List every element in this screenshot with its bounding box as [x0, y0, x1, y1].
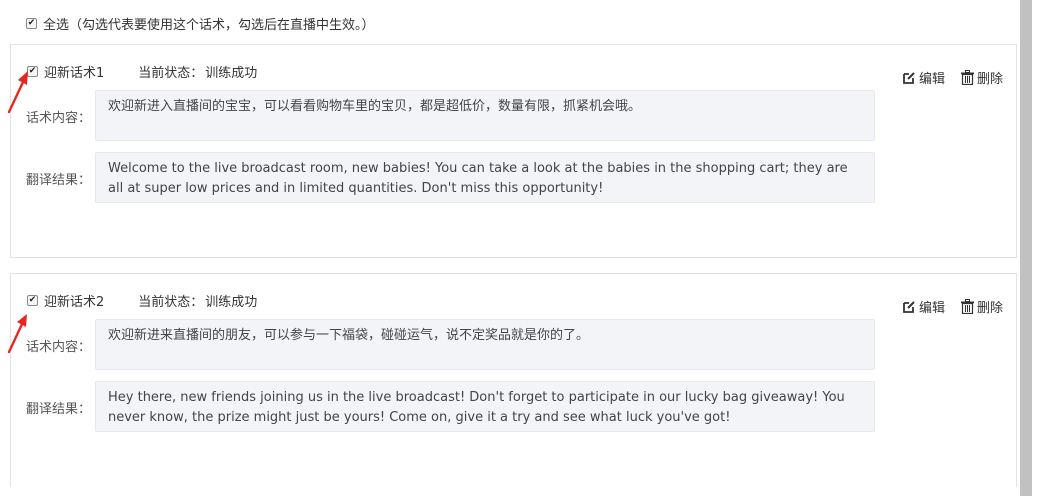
- card-header: ✔ 迎新话术1 当前状态： 训练成功: [27, 61, 257, 81]
- select-all-label: 全选（勾选代表要使用这个话术，勾选后在直播中生效。）: [43, 17, 375, 33]
- trash-icon: [960, 70, 974, 85]
- translation-label: 翻译结果：: [26, 402, 92, 417]
- status-value: 训练成功: [205, 294, 258, 310]
- translation-label: 翻译结果：: [26, 173, 92, 188]
- script-card: ✔ 迎新话术2 当前状态： 训练成功 编辑 删除 话术内容： 欢迎新进来直播间的朋…: [10, 273, 1017, 487]
- content-label: 话术内容：: [26, 111, 92, 126]
- status-text: 当前状态： 训练成功: [138, 291, 257, 310]
- status-text: 当前状态： 训练成功: [138, 62, 257, 81]
- edit-icon: [903, 71, 915, 84]
- status-label: 当前状态：: [138, 294, 204, 310]
- content-text: 欢迎新进入直播间的宝宝，可以看看购物车里的宝贝，都是超低价，数量有限，抓紧机会哦…: [95, 90, 875, 141]
- arrow-annotation: [7, 71, 28, 114]
- delete-button[interactable]: 删除: [960, 297, 1003, 316]
- card-header: ✔ 迎新话术2 当前状态： 训练成功: [27, 290, 257, 310]
- delete-label: 删除: [976, 301, 1003, 316]
- delete-button[interactable]: 删除: [960, 68, 1003, 87]
- select-all-checkbox[interactable]: ✔: [26, 17, 37, 29]
- script-name: 迎新话术2: [44, 294, 105, 310]
- content-text: 欢迎新进来直播间的朋友，可以参与一下福袋，碰碰运气，说不定奖品就是你的了。: [95, 319, 875, 370]
- window-edge: [1033, 0, 1047, 496]
- trash-icon: [960, 299, 974, 314]
- card-actions: 编辑 删除: [902, 68, 1003, 87]
- script-name: 迎新话术1: [44, 65, 105, 81]
- content-label: 话术内容：: [26, 340, 92, 355]
- scrollbar-thumb[interactable]: [1020, 0, 1032, 496]
- script-checkbox[interactable]: ✔: [27, 294, 38, 306]
- edit-label: 编辑: [918, 301, 945, 316]
- select-all-row[interactable]: ✔ 全选（勾选代表要使用这个话术，勾选后在直播中生效。）: [26, 13, 375, 33]
- edit-button[interactable]: 编辑: [902, 297, 945, 316]
- script-card: ✔ 迎新话术1 当前状态： 训练成功 编辑 删除 话术内容： 欢迎新进入直播间的宝…: [10, 44, 1017, 258]
- status-label: 当前状态：: [138, 65, 204, 81]
- edit-icon: [903, 300, 915, 313]
- arrow-annotation: [7, 314, 27, 354]
- translation-text: Hey there, new friends joining us in the…: [95, 381, 875, 432]
- card-actions: 编辑 删除: [902, 297, 1003, 316]
- status-value: 训练成功: [205, 65, 258, 81]
- translation-text: Welcome to the live broadcast room, new …: [95, 152, 875, 203]
- edit-button[interactable]: 编辑: [902, 68, 945, 87]
- delete-label: 删除: [976, 72, 1003, 87]
- edit-label: 编辑: [918, 72, 945, 87]
